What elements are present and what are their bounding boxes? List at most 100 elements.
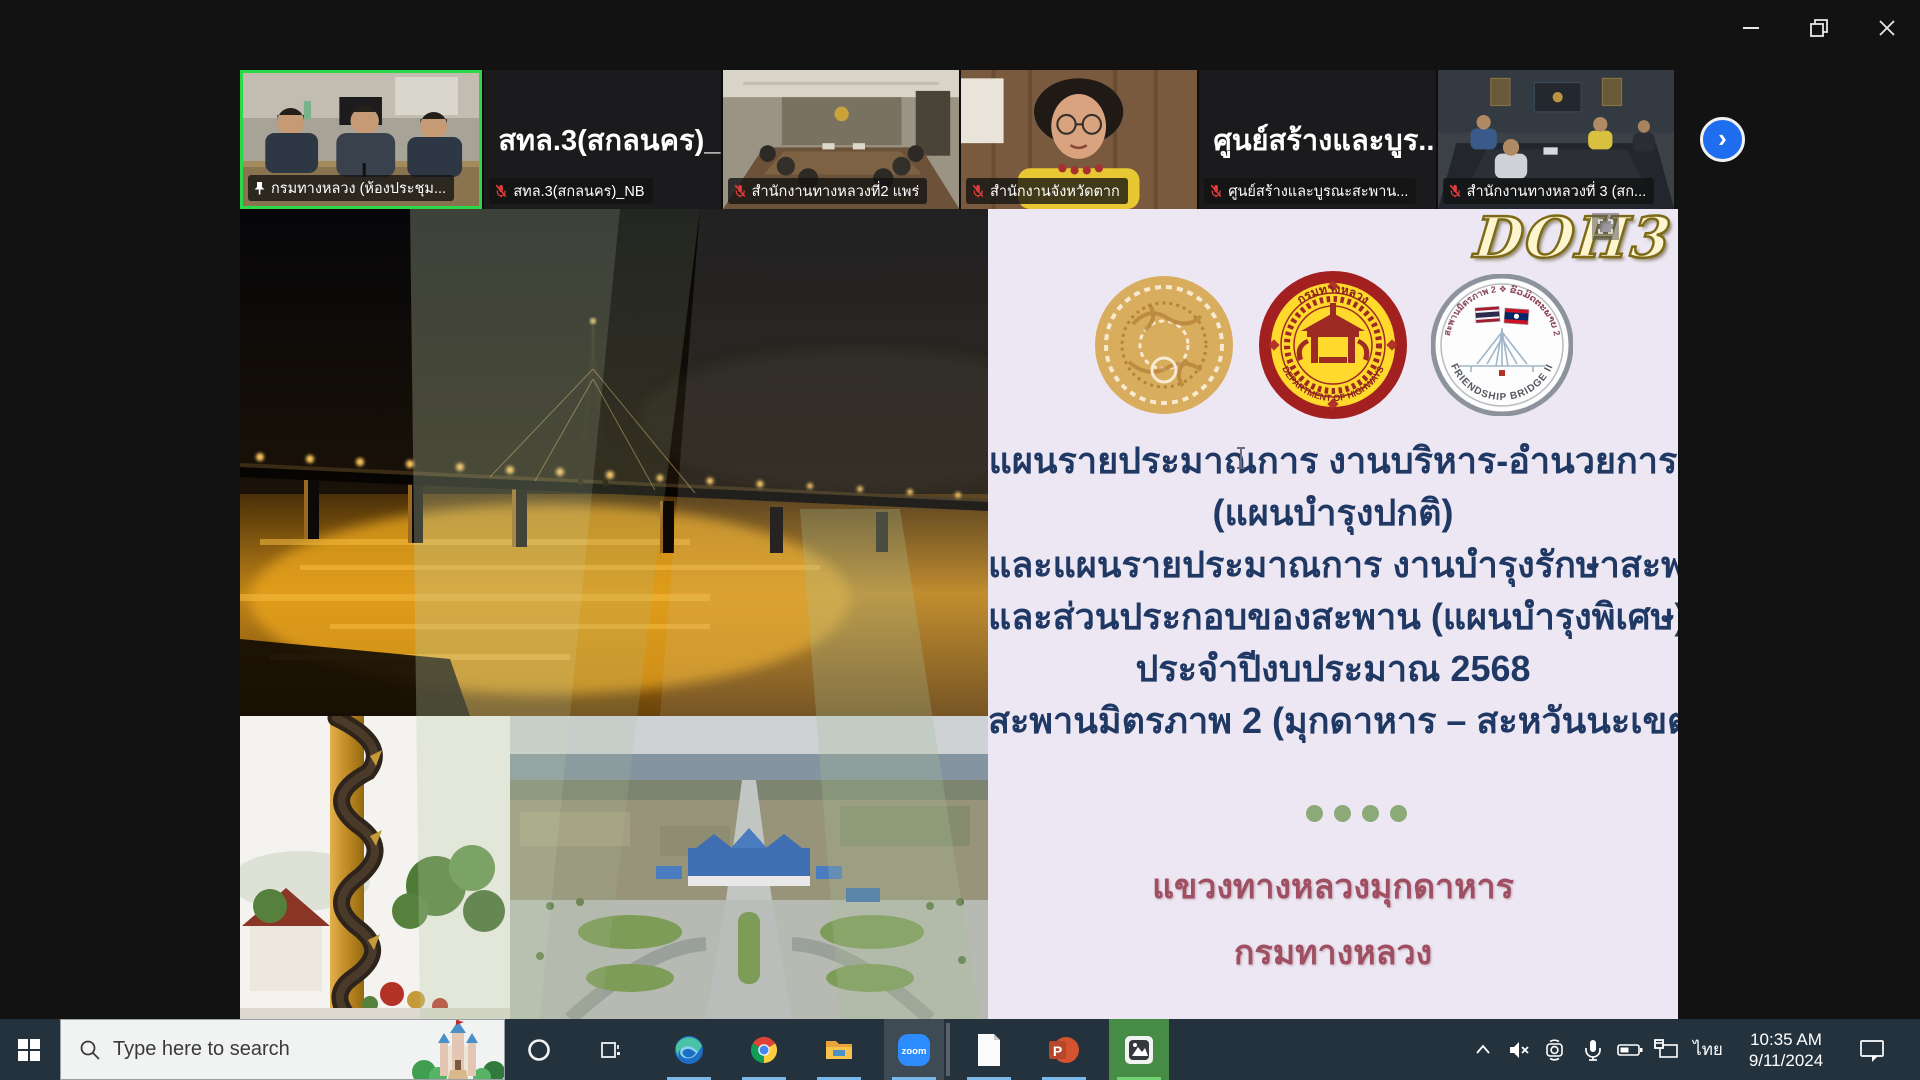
search-highlight-castle [412,1020,504,1079]
participant-name-text: สำนักงานจังหวัดตาก [990,180,1120,203]
search-input[interactable] [113,1038,412,1061]
slide-title-line: สะพานมิตรภาพ 2 (มุกดาหาร – สะหวันนะเขต) [988,695,1678,747]
participant-tile[interactable]: สทล.3(สกลนคร)_... สทล.3(สกลนคร)_NB [484,70,720,209]
naga-statue-photo [240,716,510,1019]
expand-arrows-icon [1597,218,1614,235]
slide-title-line: และแผนรายประมาณการ งานบำรุงรักษาสะพาน [988,539,1678,591]
file-explorer-icon [823,1034,855,1066]
taskbar-divider [946,1023,950,1076]
bullet-dot [1334,805,1351,822]
mic-muted-icon [1209,184,1223,198]
task-view-icon [597,1037,623,1063]
friendship-bridge-seal: สะพานมิตรภาพ 2 ❖ ຂົວມິດຕະພາບ 2 FRIENDSHI… [1431,274,1573,416]
chrome-button[interactable] [736,1019,792,1080]
camera-button[interactable] [1539,1019,1573,1080]
mic-muted-icon [1448,184,1462,198]
participant-name-text: ศูนย์สร้างและบูรณะสะพาน... [1228,180,1408,203]
participant-filmstrip: กรมทางหลวง (ห้องประชุม... สทล.3(สกลนคร)_… [240,70,1674,209]
file-explorer-button[interactable] [811,1019,867,1080]
ministry-seal [1093,274,1235,416]
chevron-up-icon [1472,1039,1494,1061]
chrome-icon [749,1035,779,1065]
cortana-icon [526,1037,552,1063]
restore-icon [1808,17,1830,39]
clock-date: 9/11/2024 [1749,1050,1823,1071]
participant-name-label: ศูนย์สร้างและบูรณะสะพาน... [1204,178,1416,204]
search-box[interactable] [60,1019,505,1080]
battery-icon [1617,1038,1643,1062]
minimize-button[interactable] [1728,6,1774,50]
slide-footer-line: แขวงทางหลวงมุกดาหาร [988,859,1678,913]
bridge-night-photo [240,209,988,716]
bullet-dot [1362,805,1379,822]
close-icon [1877,18,1897,38]
shared-screen-slide: DOH3 [240,209,1678,1019]
task-view-button[interactable] [582,1019,638,1080]
photo-viewer-icon [1123,1034,1155,1066]
participant-tile[interactable]: กรมทางหลวง (ห้องประชุม... [240,70,482,209]
tray-expand-button[interactable] [1466,1019,1500,1080]
battery-button[interactable] [1613,1019,1647,1080]
edge-icon [673,1034,705,1066]
view-options-button[interactable] [1592,213,1619,240]
powerpoint-icon: P [1048,1034,1080,1066]
slide-title-line: ประจำปีงบประมาณ 2568 [988,643,1678,695]
participant-name-label: กรมทางหลวง (ห้องประชุม... [248,175,454,201]
text-cursor [1240,447,1242,469]
next-participants-button[interactable]: › [1700,117,1745,162]
clock-time: 10:35 AM [1750,1029,1822,1050]
mic-muted-icon [494,184,508,198]
photo-viewer-button[interactable] [1111,1019,1167,1080]
volume-muted-icon [1507,1038,1531,1062]
powerpoint-button[interactable]: P [1036,1019,1092,1080]
microphone-icon [1581,1038,1605,1062]
microphone-button[interactable] [1576,1019,1610,1080]
taskbar: zoom P [0,1019,1920,1080]
slide-seals-row: กรมทางหลวง DEPARTMENT OF HIGHWAYS [988,269,1678,421]
participant-name-label: สำนักงานจังหวัดตาก [966,178,1128,204]
cortana-button[interactable] [511,1019,567,1080]
network-ethernet-icon [1654,1038,1680,1062]
doh3-watermark: DOH3 [1471,209,1675,271]
department-of-highways-seal: กรมทางหลวง DEPARTMENT OF HIGHWAYS [1257,269,1409,421]
participant-tile[interactable]: สำนักงานทางหลวงที่ 3 (สก... [1438,70,1674,209]
edge-button[interactable] [661,1019,717,1080]
participant-tile[interactable]: สำนักงานจังหวัดตาก [961,70,1197,209]
windows-logo-icon [18,1039,40,1061]
title-bar [0,0,1920,58]
slide-title-line: (แผนบำรุงปกติ) [988,487,1678,539]
participant-name-text: กรมทางหลวง (ห้องประชุม... [271,177,446,200]
document-app-button[interactable] [961,1019,1017,1080]
close-button[interactable] [1864,6,1910,50]
network-button[interactable] [1650,1019,1684,1080]
participant-name-text: สทล.3(สกลนคร)_NB [513,180,644,203]
powerpoint-letter: P [1053,1043,1062,1059]
document-icon [975,1033,1003,1067]
language-indicator[interactable]: ไทย [1688,1019,1728,1080]
slide-bullets [988,805,1678,822]
aerial-checkpoint-photo [510,716,988,1019]
restore-button[interactable] [1796,6,1842,50]
volume-button[interactable] [1502,1019,1536,1080]
participant-name-text: สำนักงานทางหลวงที่ 3 (สก... [1467,180,1647,203]
zoom-icon: zoom [897,1033,931,1067]
camera-icon [1544,1038,1568,1062]
zoom-button[interactable]: zoom [886,1019,942,1080]
slide-title-line: และส่วนประกอบของสะพาน (แผนบำรุงพิเศษ) [988,591,1678,643]
bullet-dot [1390,805,1407,822]
slide-footer-line: กรมทางหลวง [988,925,1678,979]
chevron-right-icon: › [1718,125,1727,151]
action-center-button[interactable] [1852,1019,1892,1080]
mic-muted-icon [971,184,985,198]
slide-title-block: แผนรายประมาณการ งานบริหาร-อำนวยการ (แผนบ… [988,435,1678,747]
slide-title-line: แผนรายประมาณการ งานบริหาร-อำนวยการ [988,435,1678,487]
mic-muted-icon [733,184,747,198]
taskbar-clock[interactable]: 10:35 AM 9/11/2024 [1732,1019,1840,1080]
pin-icon [253,181,266,195]
action-center-icon [1859,1037,1885,1063]
participant-tile[interactable]: ศูนย์สร้างและบูร... ศูนย์สร้างและบูรณะสะ… [1199,70,1435,209]
participant-name-label: สทล.3(สกลนคร)_NB [489,178,652,204]
participant-name-label: สำนักงานทางหลวงที่2 แพร่ [728,178,928,204]
start-button[interactable] [0,1019,58,1080]
participant-tile[interactable]: สำนักงานทางหลวงที่2 แพร่ [723,70,959,209]
